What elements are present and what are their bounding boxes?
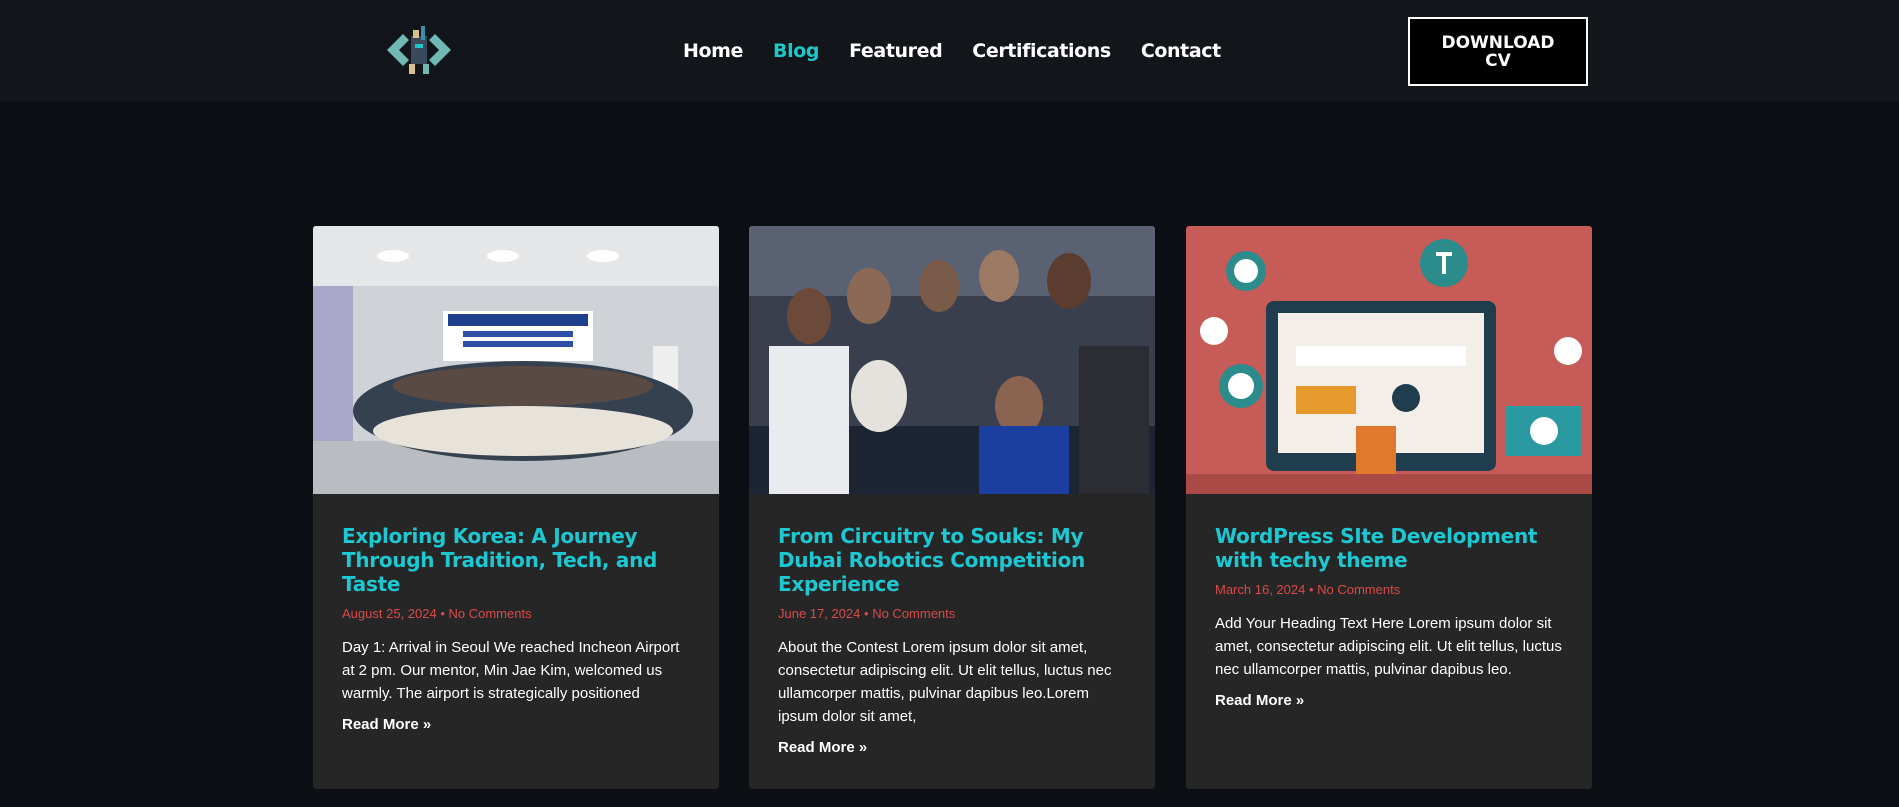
site-logo-icon[interactable] [383,22,455,78]
post-title[interactable]: From Circuitry to Souks: My Dubai Roboti… [778,524,1126,596]
site-header: Home Blog Featured Certifications Contac… [0,0,1899,102]
post-meta: August 25, 2024 • No Comments [342,606,532,621]
nav-item-blog[interactable]: Blog [773,40,819,62]
main-nav: Home Blog Featured Certifications Contac… [683,36,1221,66]
post-date: June 17, 2024 [778,606,861,621]
post-comments-link[interactable]: No Comments [872,606,955,621]
post-excerpt: About the Contest Lorem ipsum dolor sit … [778,639,1112,725]
read-more-link[interactable]: Read More » [1215,692,1304,709]
post-title[interactable]: Exploring Korea: A Journey Through Tradi… [342,524,690,596]
nav-item-certifications[interactable]: Certifications [972,40,1111,62]
post-excerpt: Day 1: Arrival in Seoul We reached Inche… [342,639,680,702]
post-card: Exploring Korea: A Journey Through Tradi… [313,226,719,789]
read-more-link[interactable]: Read More » [342,716,431,733]
post-thumbnail-wordpress-illustration[interactable] [1186,226,1592,494]
post-date: March 16, 2024 [1215,582,1306,597]
read-more-link[interactable]: Read More » [778,739,867,756]
post-meta: June 17, 2024 • No Comments [778,606,956,621]
nav-item-contact[interactable]: Contact [1141,40,1221,62]
post-excerpt: Add Your Heading Text Here Lorem ipsum d… [1215,615,1562,678]
post-card: From Circuitry to Souks: My Dubai Roboti… [749,226,1155,789]
post-comments-link[interactable]: No Comments [448,606,531,621]
post-title[interactable]: WordPress SIte Development with techy th… [1215,524,1563,572]
nav-item-home[interactable]: Home [683,40,743,62]
nav-item-featured[interactable]: Featured [849,40,943,62]
download-cv-button[interactable]: DOWNLOAD CV [1408,17,1588,86]
post-card: WordPress SIte Development with techy th… [1186,226,1592,789]
post-meta: March 16, 2024 • No Comments [1215,582,1401,597]
blog-post-grid: Exploring Korea: A Journey Through Tradi… [313,226,1592,789]
post-thumbnail-selfie-photo[interactable] [749,226,1155,494]
post-date: August 25, 2024 [342,606,437,621]
post-comments-link[interactable]: No Comments [1317,582,1400,597]
post-thumbnail-group-photo[interactable] [313,226,719,494]
